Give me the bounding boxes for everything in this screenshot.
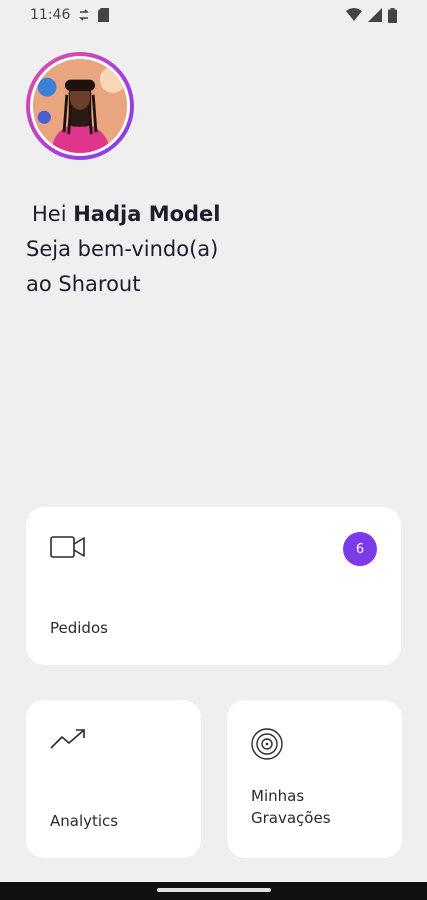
status-bar: 11:46	[0, 0, 427, 30]
user-photo-icon	[33, 59, 127, 153]
greeting-prefix: Hei	[32, 202, 67, 226]
avatar-border	[30, 56, 130, 156]
sync-icon	[78, 8, 90, 22]
pedidos-card[interactable]: 6 Pedidos	[26, 507, 401, 665]
avatar-photo	[33, 59, 127, 153]
wifi-icon	[346, 8, 362, 22]
minhas-gravacoes-card[interactable]: Minhas Gravações	[227, 700, 402, 858]
greeting: Hei Hadja Model Seja bem-vindo(a) ao Sha…	[26, 197, 221, 302]
status-left: 11:46	[30, 7, 110, 23]
battery-icon	[388, 7, 397, 23]
analytics-card[interactable]: Analytics	[26, 700, 201, 858]
sd-card-icon	[98, 8, 110, 22]
pedidos-label: Pedidos	[50, 619, 108, 637]
greeting-line-2: Seja bem-vindo(a)	[26, 237, 219, 261]
minhas-gravacoes-label-line-1: Minhas	[251, 787, 305, 805]
greeting-line-1: Hei Hadja Model	[26, 197, 221, 232]
signal-icon	[368, 8, 382, 22]
pedidos-count-badge: 6	[343, 532, 377, 566]
target-icon	[251, 728, 283, 764]
greeting-line-3: ao Sharout	[26, 272, 141, 296]
status-right	[346, 7, 397, 23]
user-name: Hadja Model	[73, 202, 221, 226]
minhas-gravacoes-label: Minhas Gravações	[251, 785, 331, 829]
minhas-gravacoes-label-line-2: Gravações	[251, 809, 331, 827]
status-time: 11:46	[30, 7, 71, 23]
navigation-bar	[0, 882, 427, 900]
home-gesture-handle[interactable]	[156, 888, 271, 892]
video-camera-icon	[50, 535, 86, 563]
analytics-label: Analytics	[50, 812, 119, 830]
trending-up-icon	[50, 728, 86, 754]
avatar[interactable]	[26, 52, 134, 160]
